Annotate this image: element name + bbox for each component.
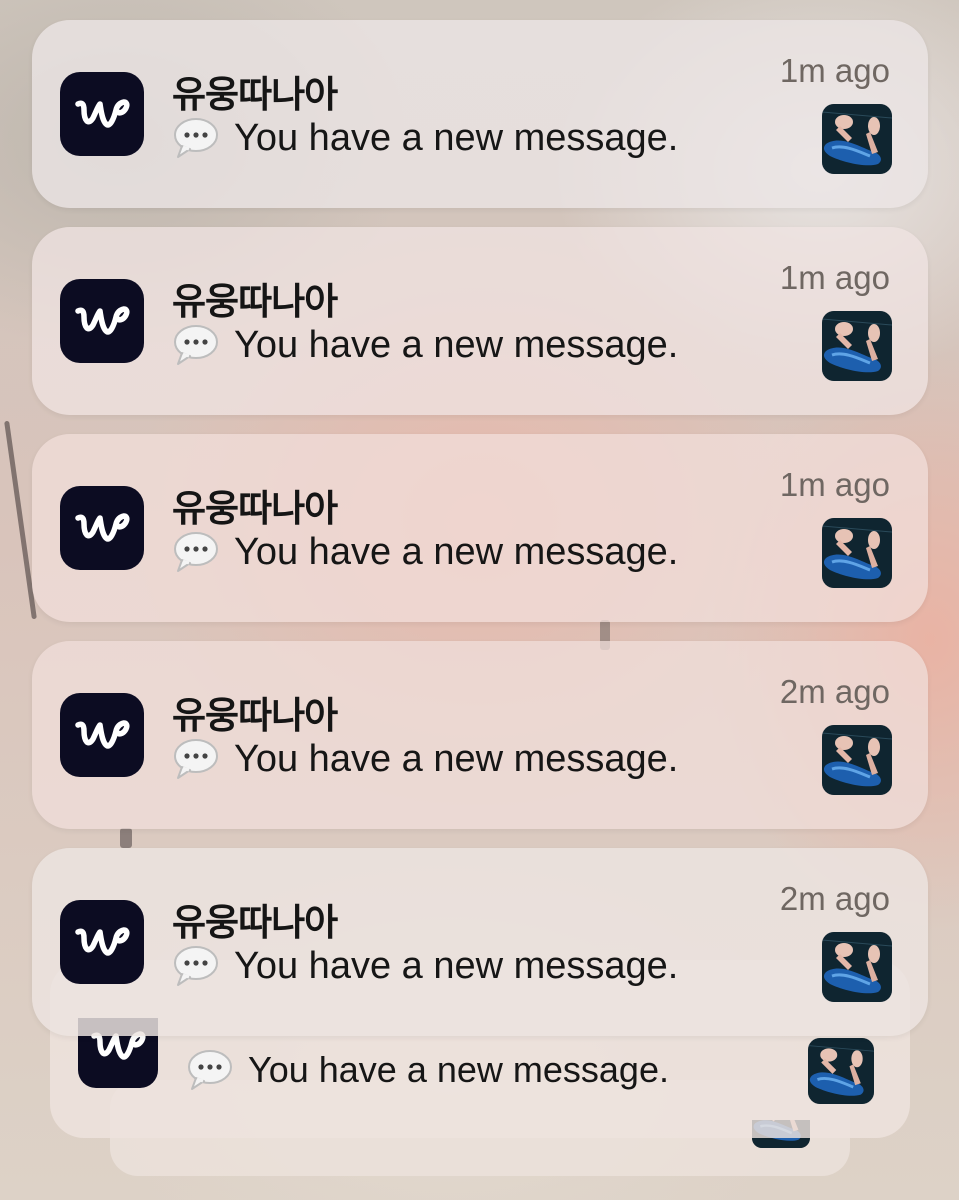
notification-timestamp: 1m ago [779,466,890,503]
weverse-app-icon [60,486,144,570]
notification-message-row: You have a new message. [172,944,678,988]
notification-sender: 유웅따나아 [172,280,338,323]
notification-card[interactable]: 유웅따나아 You have a new message. 2m ago [32,641,928,829]
background-detail [120,828,132,848]
notification-message-row: You have a new message. [172,737,678,781]
photo-thumbnail [808,1038,874,1104]
notification-message-row: You have a new message. [172,530,678,574]
photo-thumbnail [822,725,892,795]
photo-thumbnail [822,311,892,381]
notification-sender: 유웅따나아 [172,694,338,737]
notification-timestamp: 2m ago [779,880,890,917]
weverse-app-icon [60,693,144,777]
notification-card[interactable]: 유웅따나아 You have a new message. 2m ago [32,848,928,1036]
speech-bubble-icon [172,323,220,367]
photo-thumbnail [822,518,892,588]
notification-message-row: You have a new message. [186,1048,669,1092]
weverse-app-icon [60,900,144,984]
notification-message: You have a new message. [234,737,679,780]
notification-message: You have a new message. [234,116,679,159]
photo-thumbnail [822,932,892,1002]
weverse-app-icon [60,72,144,156]
notification-timestamp: 1m ago [779,52,890,89]
notification-timestamp: 2m ago [779,673,890,710]
photo-thumbnail [822,104,892,174]
notification-card[interactable]: 유웅따나아 You have a new message. 1m ago [32,434,928,622]
notification-sender: 유웅따나아 [172,487,338,530]
notification-message-row: You have a new message. [172,116,678,160]
notification-sender: 유웅따나아 [172,73,338,116]
weverse-app-icon [60,279,144,363]
notification-message: You have a new message. [234,944,679,987]
speech-bubble-icon [172,116,220,160]
speech-bubble-icon [172,737,220,781]
notification-message-row: You have a new message. [172,323,678,367]
notification-sender: 유웅따나아 [172,901,338,944]
notification-card[interactable]: 유웅따나아 You have a new message. 1m ago [32,20,928,208]
notification-timestamp: 1m ago [779,259,890,296]
speech-bubble-icon [172,944,220,988]
notification-message: You have a new message. [234,530,679,573]
notification-message: You have a new message. [234,323,679,366]
notification-card[interactable]: 유웅따나아 You have a new message. 1m ago [32,227,928,415]
notification-message: You have a new message. [248,1049,669,1090]
speech-bubble-icon [172,530,220,574]
speech-bubble-icon [186,1048,234,1092]
